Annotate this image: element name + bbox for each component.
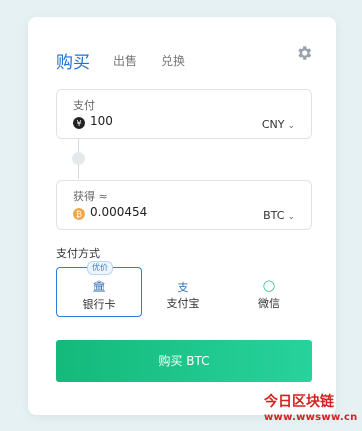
payment-method-label: 银行卡 (82, 298, 116, 311)
receive-currency-select[interactable]: BTC ⌄ (263, 209, 295, 222)
pay-amount-field[interactable]: 支付 ¥ 100 CNY ⌄ (56, 89, 312, 139)
connector-line-bottom (78, 165, 79, 179)
receive-label: 获得 ≈ (73, 190, 108, 203)
gear-icon[interactable] (295, 44, 313, 62)
payment-method-alipay[interactable]: 支 支付宝 (141, 267, 225, 315)
receive-amount-field[interactable]: 获得 ≈ ₿ 0.000454 BTC ⌄ (56, 180, 312, 230)
buy-button[interactable]: 购买 BTC (56, 340, 312, 382)
payment-method-title: 支付方式 (56, 247, 100, 260)
receive-currency-label: BTC (263, 209, 285, 222)
tab-exchange[interactable]: 兑换 (161, 52, 185, 69)
tab-sell[interactable]: 出售 (113, 52, 137, 69)
tab-buy[interactable]: 购买 (56, 48, 90, 73)
svg-text:₿: ₿ (76, 210, 82, 219)
pay-currency-select[interactable]: CNY ⌄ (262, 118, 295, 131)
payment-method-wechat[interactable]: ◯ 微信 (227, 267, 311, 315)
watermark-url: www.wwsww.cn (264, 412, 358, 423)
pay-label: 支付 (73, 99, 95, 112)
pay-amount-input[interactable]: 100 (90, 114, 113, 128)
chevron-down-icon: ⌄ (287, 121, 295, 131)
bitcoin-icon: ₿ (73, 208, 85, 220)
payment-method-bank-card[interactable]: 优价 🏛 银行卡 (56, 261, 142, 317)
payment-method-label: 微信 (258, 297, 280, 310)
yen-icon: ¥ (73, 117, 85, 129)
bank-icon: 🏛 (92, 280, 106, 293)
pay-currency-label: CNY (261, 118, 285, 131)
receive-amount-value[interactable]: 0.000454 (90, 205, 147, 219)
trade-card: 购买 出售 兑换 支付 ¥ 100 CNY ⌄ 获得 ≈ ₿ 0.000454 B… (28, 17, 336, 415)
connector-line-top (78, 138, 79, 152)
alipay-icon: 支 (177, 281, 189, 294)
wechat-icon: ◯ (262, 279, 276, 292)
svg-text:¥: ¥ (76, 119, 81, 128)
watermark-logo: 今日区块链 (264, 394, 334, 410)
payment-method-label: 支付宝 (166, 297, 200, 310)
chevron-down-icon: ⌄ (287, 212, 295, 222)
swap-direction-icon (72, 152, 85, 165)
best-price-badge: 优价 (87, 261, 113, 275)
